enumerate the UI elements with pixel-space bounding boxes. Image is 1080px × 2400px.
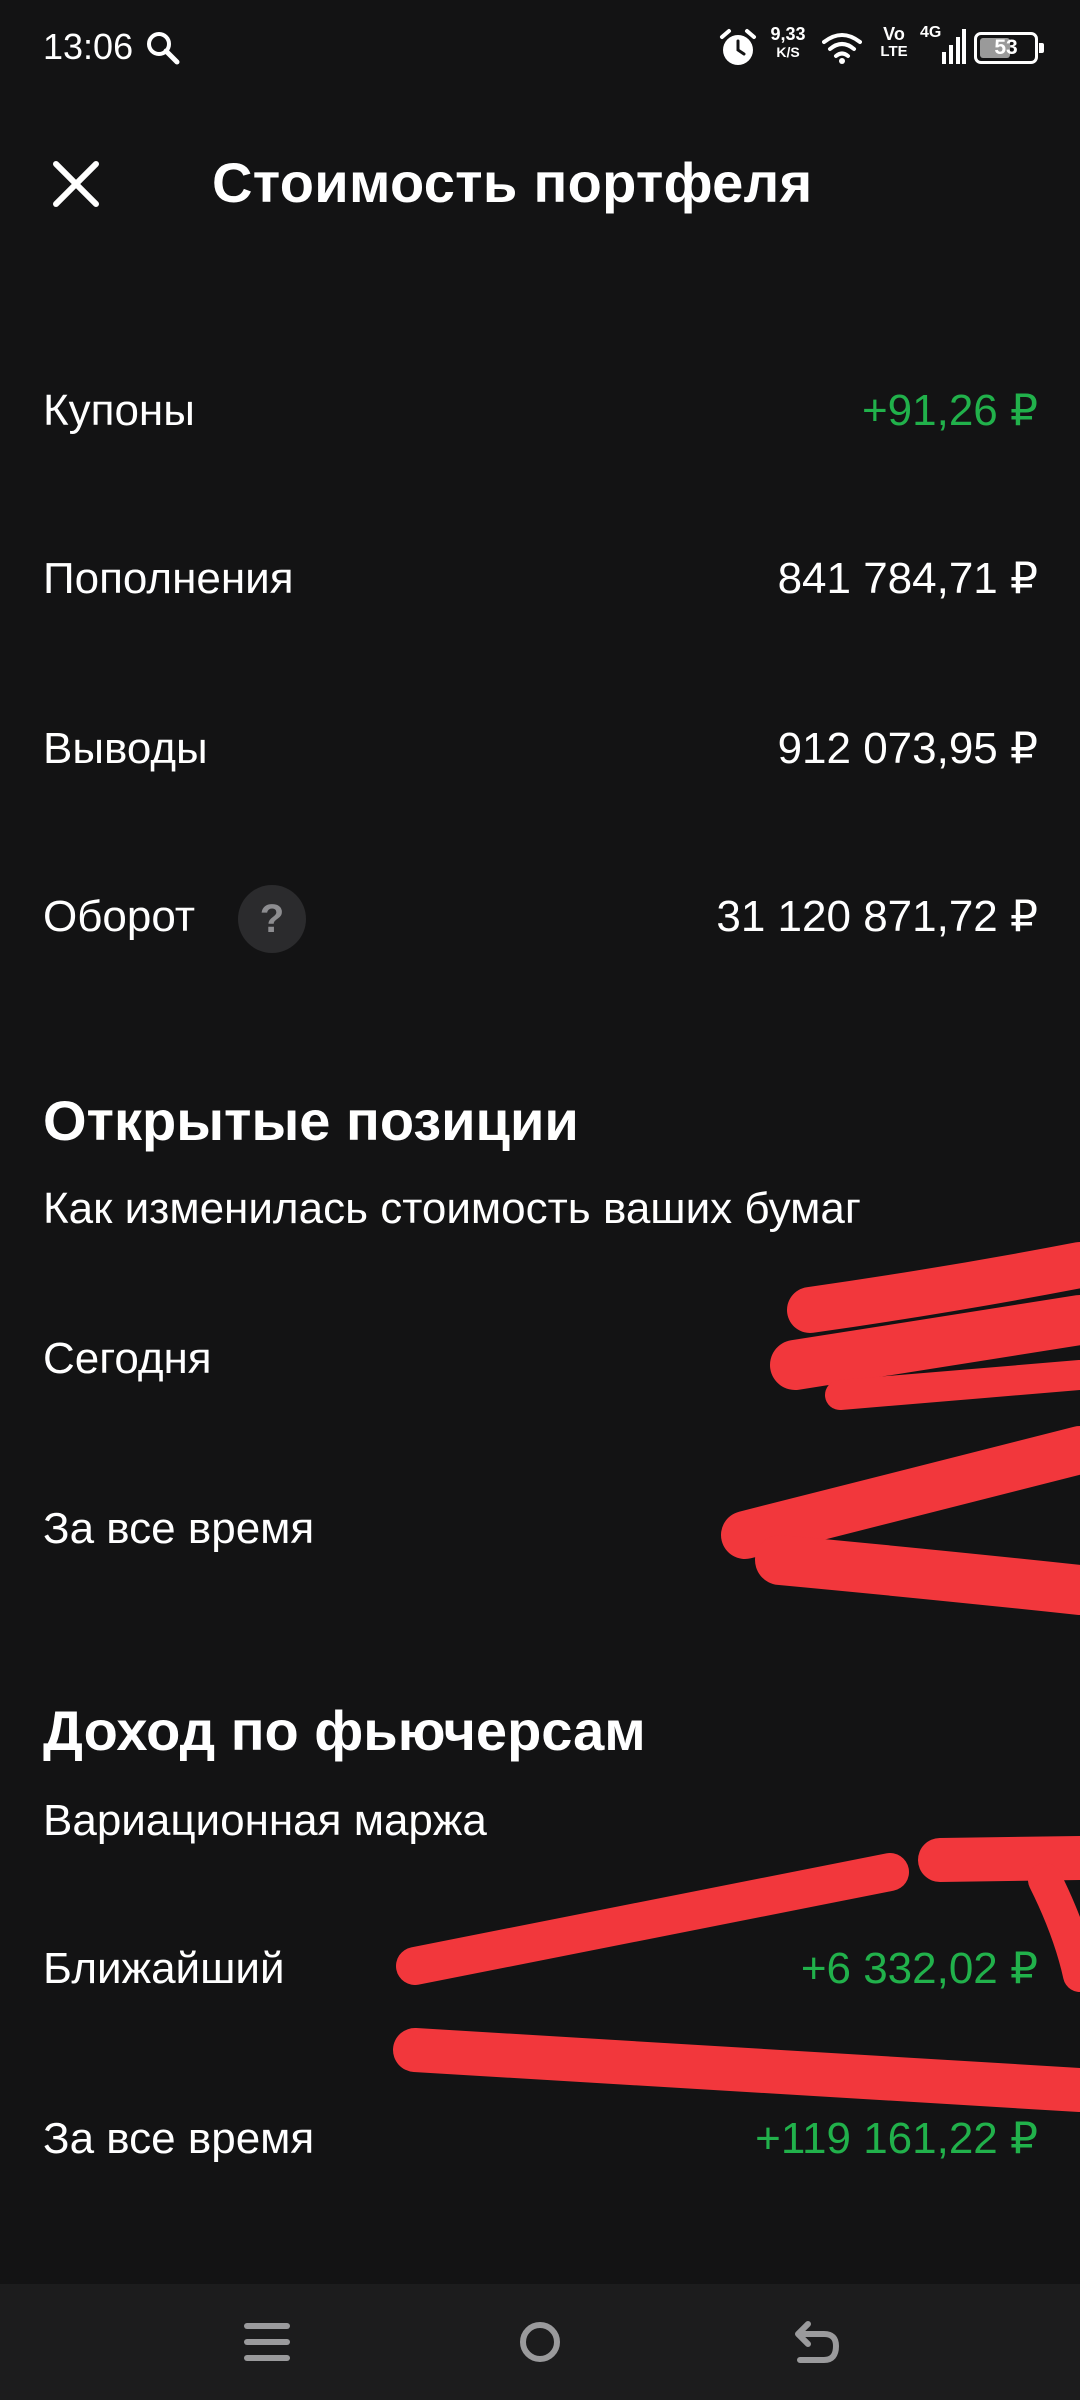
positions-all-time-label: За все время (43, 1504, 315, 1553)
futures-all-time-value: +119 161,22 ₽ (755, 2114, 1038, 2163)
withdrawals-label: Выводы (43, 724, 208, 773)
net-speed: 9,33 K/S (766, 24, 810, 60)
net-speed-value: 9,33 (770, 24, 806, 44)
futures-subtitle: Вариационная маржа (43, 1796, 487, 1845)
deposits-label: Пополнения (43, 554, 294, 603)
close-icon[interactable] (46, 154, 106, 214)
signal-icon (942, 29, 966, 64)
today-label: Сегодня (43, 1334, 212, 1383)
status-bar: 13:06 9,33 K/S Vo LTE 4G 53 (0, 0, 1080, 96)
coupons-label: Купоны (43, 386, 195, 435)
nearest-value: +6 332,02 ₽ (800, 1944, 1038, 1993)
battery-icon: 53 (974, 32, 1044, 64)
coupons-row: Купоны +91,26 ₽ (0, 356, 1080, 466)
wifi-icon (822, 33, 862, 64)
screen: 13:06 9,33 K/S Vo LTE 4G 53 Стоимость по… (0, 0, 1080, 2400)
nearest-label: Ближайший (43, 1944, 285, 1993)
turnover-value: 31 120 871,72 ₽ (716, 892, 1038, 941)
redaction-stroke (918, 1836, 1080, 1882)
battery-level: 53 (994, 36, 1018, 59)
volte-top: Vo (883, 24, 905, 44)
navigation-bar (0, 2284, 1080, 2400)
deposits-row: Пополнения 841 784,71 ₽ (0, 524, 1080, 634)
futures-all-time-label: За все время (43, 2114, 315, 2163)
turnover-label: Оборот (43, 892, 196, 941)
open-positions-subtitle: Как изменилась стоимость ваших бумаг (43, 1184, 861, 1233)
menu-icon[interactable] (231, 2306, 303, 2378)
coupons-value: +91,26 ₽ (861, 386, 1038, 435)
help-icon[interactable]: ? (238, 885, 306, 953)
battery-cap (1039, 43, 1044, 53)
volte-bottom: LTE (880, 43, 908, 60)
search-icon (147, 32, 180, 65)
positions-all-time-row: За все время (0, 1474, 1080, 1584)
page-title: Стоимость портфеля (212, 151, 813, 214)
withdrawals-value: 912 073,95 ₽ (777, 724, 1038, 773)
nearest-row: Ближайший +6 332,02 ₽ (0, 1914, 1080, 2024)
today-row: Сегодня (0, 1304, 1080, 1414)
status-time: 13:06 (43, 26, 134, 67)
withdrawals-row: Выводы 912 073,95 ₽ (0, 694, 1080, 804)
open-positions-title: Открытые позиции (43, 1089, 579, 1152)
futures-all-time-row: За все время +119 161,22 ₽ (0, 2084, 1080, 2194)
net-speed-unit: K/S (776, 44, 800, 60)
home-icon[interactable] (504, 2306, 576, 2378)
alarm-icon (720, 29, 756, 65)
turnover-row: Оборот ? 31 120 871,72 ₽ (0, 862, 1080, 972)
futures-title: Доход по фьючерсам (43, 1699, 646, 1762)
back-icon[interactable] (778, 2306, 850, 2378)
volte-indicator: Vo LTE (876, 24, 912, 60)
deposits-value: 841 784,71 ₽ (777, 554, 1038, 603)
